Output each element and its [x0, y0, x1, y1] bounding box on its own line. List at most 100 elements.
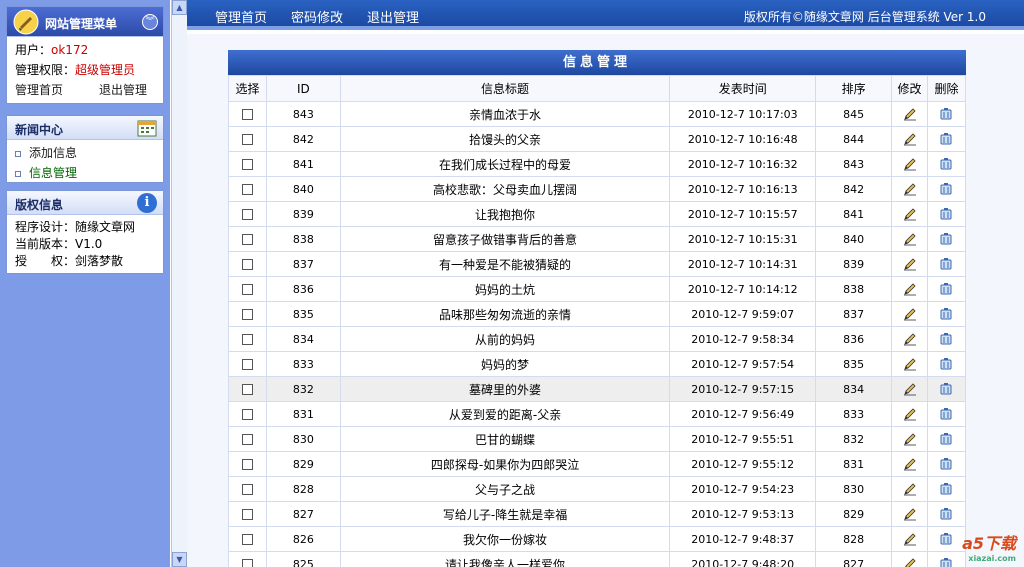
table-row: 837 有一种爱是不能被猜疑的 2010-12-7 10:14:31 839	[228, 251, 967, 277]
edit-icon[interactable]	[903, 382, 917, 396]
delete-icon[interactable]	[939, 557, 953, 567]
row-checkbox[interactable]	[241, 159, 253, 170]
top-nav-logout[interactable]: 退出管理	[367, 7, 419, 26]
sidebar-logout-link[interactable]: 退出管理	[99, 80, 147, 100]
edit-icon[interactable]	[903, 557, 917, 567]
row-checkbox[interactable]	[241, 234, 253, 245]
top-nav-home[interactable]: 管理首页	[215, 7, 267, 26]
row-id: 829	[265, 451, 341, 477]
edit-icon[interactable]	[903, 282, 917, 296]
delete-icon[interactable]	[939, 432, 953, 446]
row-checkbox[interactable]	[241, 184, 253, 195]
row-title[interactable]: 请让我像亲人一样爱你	[339, 551, 671, 567]
delete-icon[interactable]	[939, 282, 953, 296]
edit-icon[interactable]	[903, 157, 917, 171]
delete-icon[interactable]	[939, 507, 953, 521]
delete-icon[interactable]	[939, 357, 953, 371]
row-title[interactable]: 在我们成长过程中的母爱	[339, 151, 671, 177]
row-time: 2010-12-7 9:59:07	[669, 301, 817, 327]
top-nav-password[interactable]: 密码修改	[291, 7, 343, 26]
delete-icon[interactable]	[939, 132, 953, 146]
delete-icon[interactable]	[939, 532, 953, 546]
row-time: 2010-12-7 10:16:13	[669, 176, 817, 202]
edit-icon[interactable]	[903, 357, 917, 371]
frame-scrollbar[interactable]: ▲ ▼	[171, 0, 187, 567]
scroll-up-button[interactable]: ▲	[172, 0, 187, 15]
delete-icon[interactable]	[939, 232, 953, 246]
row-title[interactable]: 有一种爱是不能被猜疑的	[339, 251, 671, 277]
edit-icon[interactable]	[903, 207, 917, 221]
row-title[interactable]: 亲情血浓于水	[339, 101, 671, 127]
row-title[interactable]: 巴甘的蝴蝶	[339, 426, 671, 452]
edit-icon[interactable]	[903, 482, 917, 496]
row-title[interactable]: 留意孩子做错事背后的善意	[339, 226, 671, 252]
row-title[interactable]: 拾馒头的父亲	[339, 126, 671, 152]
edit-icon[interactable]	[903, 507, 917, 521]
row-edit-cell	[891, 351, 928, 377]
row-id: 830	[265, 426, 341, 452]
edit-icon[interactable]	[903, 182, 917, 196]
news-center-header: 新闻中心	[7, 116, 163, 140]
edit-icon[interactable]	[903, 457, 917, 471]
row-title[interactable]: 墓碑里的外婆	[339, 376, 671, 402]
row-checkbox[interactable]	[241, 559, 253, 567]
edit-icon[interactable]	[903, 432, 917, 446]
row-checkbox[interactable]	[241, 209, 253, 220]
row-title[interactable]: 品味那些匆匆流逝的亲情	[339, 301, 671, 327]
edit-icon[interactable]	[903, 307, 917, 321]
row-title[interactable]: 从前的妈妈	[339, 326, 671, 352]
scroll-down-button[interactable]: ▼	[172, 552, 187, 567]
edit-icon[interactable]	[903, 407, 917, 421]
row-title[interactable]: 四郎探母-如果你为四郎哭泣	[339, 451, 671, 477]
delete-icon[interactable]	[939, 482, 953, 496]
row-checkbox[interactable]	[241, 484, 253, 495]
row-checkbox[interactable]	[241, 284, 253, 295]
row-checkbox[interactable]	[241, 309, 253, 320]
row-title[interactable]: 写给儿子-降生就是幸福	[339, 501, 671, 527]
sidebar-item-add-info[interactable]: 添加信息	[15, 143, 155, 163]
row-id: 834	[265, 326, 341, 352]
row-checkbox[interactable]	[241, 459, 253, 470]
collapse-icon[interactable]: ︾	[142, 14, 158, 30]
row-checkbox[interactable]	[241, 384, 253, 395]
row-checkbox[interactable]	[241, 134, 253, 145]
delete-icon[interactable]	[939, 382, 953, 396]
delete-icon[interactable]	[939, 457, 953, 471]
row-title[interactable]: 从爱到爱的距离-父亲	[339, 401, 671, 427]
delete-icon[interactable]	[939, 157, 953, 171]
delete-icon[interactable]	[939, 332, 953, 346]
sidebar-item-info-manage[interactable]: 信息管理	[15, 163, 155, 183]
delete-icon[interactable]	[939, 107, 953, 121]
row-checkbox[interactable]	[241, 409, 253, 420]
row-checkbox[interactable]	[241, 509, 253, 520]
row-checkbox-cell	[228, 501, 267, 527]
delete-icon[interactable]	[939, 257, 953, 271]
row-title[interactable]: 我欠你一份嫁妆	[339, 526, 671, 552]
table-row: 832 墓碑里的外婆 2010-12-7 9:57:15 834	[228, 376, 967, 402]
row-checkbox[interactable]	[241, 359, 253, 370]
edit-icon[interactable]	[903, 232, 917, 246]
copyright-title: 版权信息	[15, 198, 64, 212]
row-title[interactable]: 让我抱抱你	[339, 201, 671, 227]
edit-icon[interactable]	[903, 332, 917, 346]
row-checkbox[interactable]	[241, 334, 253, 345]
edit-icon[interactable]	[903, 107, 917, 121]
delete-icon[interactable]	[939, 207, 953, 221]
edit-icon[interactable]	[903, 132, 917, 146]
row-checkbox[interactable]	[241, 259, 253, 270]
row-checkbox[interactable]	[241, 434, 253, 445]
delete-icon[interactable]	[939, 407, 953, 421]
delete-icon[interactable]	[939, 307, 953, 321]
sidebar-home-link[interactable]: 管理首页	[15, 80, 99, 100]
row-title[interactable]: 高校悲歌：父母卖血儿摆阔	[339, 176, 671, 202]
delete-icon[interactable]	[939, 182, 953, 196]
row-title[interactable]: 父与子之战	[339, 476, 671, 502]
edit-icon[interactable]	[903, 257, 917, 271]
row-checkbox[interactable]	[241, 534, 253, 545]
panel-title: 信息管理	[228, 50, 966, 75]
edit-icon[interactable]	[903, 532, 917, 546]
row-time: 2010-12-7 9:54:23	[669, 476, 817, 502]
row-title[interactable]: 妈妈的梦	[339, 351, 671, 377]
row-title[interactable]: 妈妈的土炕	[339, 276, 671, 302]
row-checkbox[interactable]	[241, 109, 253, 120]
